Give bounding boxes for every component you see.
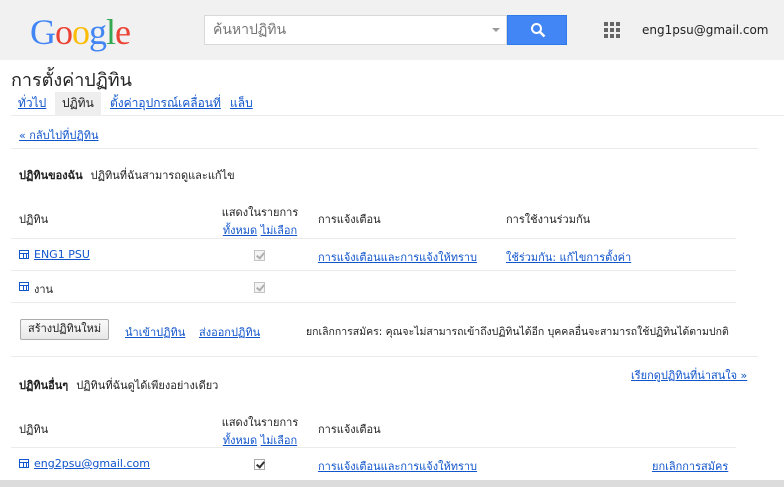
back-to-calendar-link[interactable]: « กลับไปที่ปฏิทิน	[19, 126, 99, 144]
page-title: การตั้งค่าปฏิทิน	[11, 70, 132, 91]
search-icon	[531, 23, 546, 38]
settings-tabs: ทั่วไป ปฏิทิน ตั้งค่าอุปกรณ์เคลื่อนที่ แ…	[11, 92, 784, 116]
section-subtitle: ปฏิทินที่ฉันสามารถดูและแก้ไข	[90, 169, 235, 182]
divider	[11, 302, 736, 303]
divider	[11, 356, 758, 357]
divider	[11, 447, 736, 448]
column-notifications: การแจ้งเตือน	[318, 213, 381, 226]
logo-letter: o	[55, 12, 73, 52]
calendar-name: งาน	[34, 283, 54, 296]
unsubscribe-note: ยกเลิกการสมัคร: คุณจะไม่สามารถเข้าถึงปฏิ…	[306, 326, 729, 338]
logo-letter: l	[106, 12, 116, 52]
notifications-link[interactable]: การแจ้งเตือนและการแจ้งให้ทราบ	[318, 248, 477, 266]
calendar-name-link[interactable]: ENG1 PSU	[34, 248, 90, 261]
select-none-link[interactable]: ไม่เลือก	[261, 434, 298, 447]
logo-letter: o	[72, 12, 90, 52]
google-logo[interactable]: Google	[30, 12, 131, 52]
tab-calendars[interactable]: ปฏิทิน	[55, 92, 101, 116]
section-title: ปฏิทินของฉัน	[19, 169, 83, 182]
calendar-icon	[19, 282, 29, 291]
column-sharing: การใช้งานร่วมกัน	[506, 213, 591, 226]
horizontal-scrollbar[interactable]	[0, 480, 784, 487]
top-bar: Google eng1psu@gmail.com	[0, 0, 784, 60]
create-calendar-button[interactable]: สร้างปฏิทินใหม่	[20, 319, 110, 340]
column-label: แสดงในรายการ	[221, 206, 299, 219]
divider	[11, 148, 758, 149]
tab-labs[interactable]: แล็บ	[230, 92, 253, 116]
notifications-link[interactable]: การแจ้งเตือนและการแจ้งให้ทราบ	[318, 457, 477, 475]
show-in-list-checkbox[interactable]	[254, 282, 265, 293]
column-show-in-list: แสดงในรายการ ทั้งหมด ไม่เลือก	[210, 203, 310, 239]
export-calendar-link[interactable]: ส่งออกปฏิทิน	[199, 323, 260, 341]
logo-letter: G	[30, 12, 56, 52]
section-subtitle: ปฏิทินที่ฉันดูได้เพียงอย่างเดียว	[76, 379, 219, 392]
select-none-link[interactable]: ไม่เลือก	[261, 224, 298, 237]
column-label: แสดงในรายการ	[221, 416, 299, 429]
tab-general[interactable]: ทั่วไป	[18, 92, 46, 116]
search-box[interactable]	[204, 15, 507, 45]
column-calendar: ปฏิทิน	[19, 423, 49, 436]
calendar-name-link[interactable]: eng2psu@gmail.com	[34, 457, 150, 470]
logo-letter: e	[115, 12, 131, 52]
search-input[interactable]	[205, 16, 475, 44]
section-title: ปฏิทินอื่นๆ	[19, 379, 69, 392]
sharing-settings-link[interactable]: ใช้ร่วมกัน: แก้ไขการตั้งค่า	[506, 248, 631, 266]
tab-mobile-setup[interactable]: ตั้งค่าอุปกรณ์เคลื่อนที่	[110, 92, 221, 116]
my-calendars-heading: ปฏิทินของฉัน ปฏิทินที่ฉันสามารถดูและแก้ไข	[19, 166, 235, 184]
select-all-link[interactable]: ทั้งหมด	[223, 434, 257, 447]
browse-calendars-link[interactable]: เรียกดูปฏิทินที่น่าสนใจ »	[631, 366, 747, 384]
import-calendar-link[interactable]: นำเข้าปฏิทิน	[125, 323, 185, 341]
column-notifications: การแจ้งเตือน	[318, 423, 381, 436]
unsubscribe-link[interactable]: ยกเลิกการสมัคร	[652, 457, 728, 475]
show-in-list-checkbox[interactable]	[254, 250, 265, 261]
apps-grid-icon[interactable]	[604, 22, 620, 38]
select-all-link[interactable]: ทั้งหมด	[223, 224, 257, 237]
show-in-list-checkbox[interactable]	[254, 459, 265, 470]
other-calendars-heading: ปฏิทินอื่นๆ ปฏิทินที่ฉันดูได้เพียงอย่างเด…	[19, 376, 218, 394]
chevron-down-icon[interactable]	[492, 28, 500, 32]
search-button[interactable]	[507, 15, 567, 45]
divider	[11, 270, 736, 271]
calendar-icon	[19, 250, 29, 259]
column-calendar: ปฏิทิน	[19, 213, 49, 226]
column-show-in-list: แสดงในรายการ ทั้งหมด ไม่เลือก	[210, 413, 310, 449]
account-email[interactable]: eng1psu@gmail.com	[642, 23, 769, 37]
calendar-icon	[19, 459, 29, 468]
logo-letter: g	[89, 12, 107, 52]
divider	[11, 238, 736, 239]
